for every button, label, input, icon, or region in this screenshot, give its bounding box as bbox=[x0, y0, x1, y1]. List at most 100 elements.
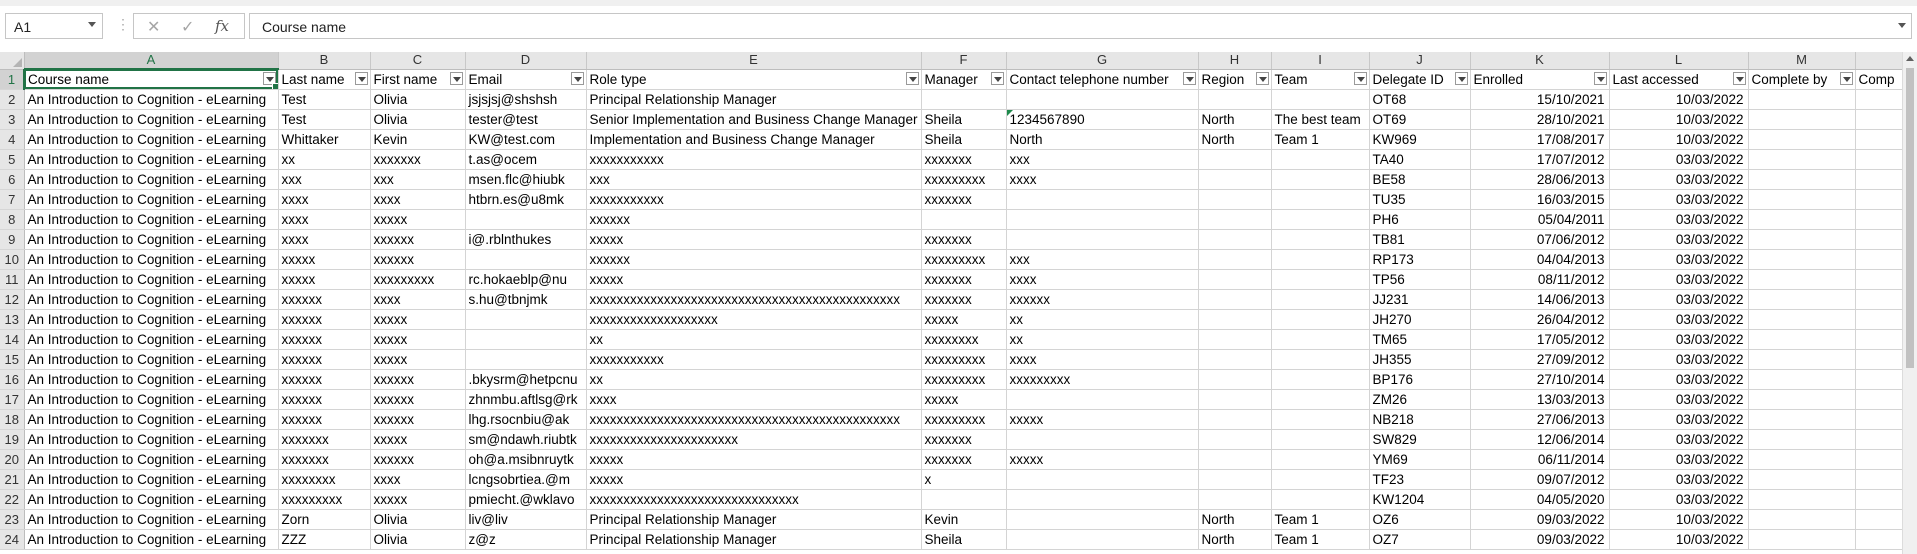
cell[interactable]: xxxxxxx bbox=[921, 229, 1007, 250]
cell[interactable]: TP56 bbox=[1369, 269, 1471, 290]
header-cell[interactable]: Email bbox=[465, 69, 587, 90]
cell[interactable]: zhnmbu.aftlsg@rk bbox=[465, 389, 587, 410]
cell[interactable]: North bbox=[1006, 129, 1199, 150]
row-header[interactable]: 1 bbox=[0, 69, 25, 90]
cell[interactable]: xxxx bbox=[370, 189, 466, 210]
cell[interactable] bbox=[1748, 289, 1856, 310]
cell[interactable] bbox=[1748, 149, 1856, 170]
cell[interactable]: An Introduction to Cognition - eLearning bbox=[24, 209, 279, 230]
header-cell[interactable]: Last accessed bbox=[1609, 69, 1749, 90]
cell[interactable]: xxxxxx bbox=[278, 309, 371, 330]
cell[interactable]: An Introduction to Cognition - eLearning bbox=[24, 129, 279, 150]
cell[interactable]: 03/03/2022 bbox=[1609, 489, 1749, 510]
cell[interactable]: TF23 bbox=[1369, 469, 1471, 490]
cell[interactable]: 12/06/2014 bbox=[1470, 429, 1610, 450]
cell[interactable] bbox=[1006, 89, 1199, 110]
cell[interactable]: xxxxx bbox=[586, 449, 922, 470]
cell[interactable]: An Introduction to Cognition - eLearning bbox=[24, 469, 279, 490]
cell[interactable]: 03/03/2022 bbox=[1609, 429, 1749, 450]
cell[interactable]: xx bbox=[586, 369, 922, 390]
row-header[interactable]: 7 bbox=[0, 189, 25, 210]
filter-dropdown-icon[interactable] bbox=[1732, 71, 1746, 85]
cell[interactable]: 03/03/2022 bbox=[1609, 449, 1749, 470]
cell[interactable] bbox=[1006, 209, 1199, 230]
cell[interactable]: Principal Relationship Manager bbox=[586, 509, 922, 530]
column-header[interactable]: L bbox=[1609, 52, 1749, 70]
cell[interactable] bbox=[1271, 249, 1370, 270]
cell[interactable]: xxxxx bbox=[921, 309, 1007, 330]
cell[interactable] bbox=[1748, 109, 1856, 130]
cell[interactable] bbox=[1271, 269, 1370, 290]
cell[interactable]: xxxxxx bbox=[278, 409, 371, 430]
cell[interactable] bbox=[1198, 269, 1272, 290]
cell[interactable]: xxxxx bbox=[370, 329, 466, 350]
cell[interactable]: xxxxx bbox=[921, 389, 1007, 410]
column-header[interactable]: M bbox=[1748, 52, 1856, 70]
filter-dropdown-icon[interactable] bbox=[354, 71, 368, 85]
cell[interactable]: Principal Relationship Manager bbox=[586, 89, 922, 110]
header-cell[interactable]: Course name bbox=[24, 69, 279, 90]
cell[interactable] bbox=[1198, 229, 1272, 250]
cell[interactable] bbox=[1748, 529, 1856, 550]
cell[interactable] bbox=[1198, 309, 1272, 330]
cell[interactable]: xx bbox=[1006, 329, 1199, 350]
cell[interactable] bbox=[1748, 189, 1856, 210]
cell[interactable] bbox=[1748, 249, 1856, 270]
cell[interactable]: xxxxxx bbox=[278, 349, 371, 370]
cell[interactable]: Olivia bbox=[370, 89, 466, 110]
cell[interactable]: xxxxxxxx bbox=[921, 329, 1007, 350]
filter-dropdown-icon[interactable] bbox=[990, 71, 1004, 85]
cell[interactable]: 27/09/2012 bbox=[1470, 349, 1610, 370]
cell[interactable] bbox=[1271, 489, 1370, 510]
cell[interactable]: jsjsjsj@shshsh bbox=[465, 89, 587, 110]
cell[interactable]: 14/06/2013 bbox=[1470, 289, 1610, 310]
cell[interactable]: Sheila bbox=[921, 129, 1007, 150]
cell[interactable]: 10/03/2022 bbox=[1609, 529, 1749, 550]
cell[interactable]: 10/03/2022 bbox=[1609, 129, 1749, 150]
cell[interactable]: An Introduction to Cognition - eLearning bbox=[24, 409, 279, 430]
header-cell[interactable]: Role type bbox=[586, 69, 922, 90]
row-header[interactable]: 4 bbox=[0, 129, 25, 150]
cell[interactable]: 05/04/2011 bbox=[1470, 209, 1610, 230]
cell[interactable] bbox=[1198, 89, 1272, 110]
cell[interactable]: xxxxx bbox=[586, 269, 922, 290]
cell[interactable] bbox=[1271, 409, 1370, 430]
cell[interactable] bbox=[1271, 309, 1370, 330]
cell[interactable]: 03/03/2022 bbox=[1609, 349, 1749, 370]
cell[interactable]: PH6 bbox=[1369, 209, 1471, 230]
cell[interactable] bbox=[1748, 409, 1856, 430]
cell[interactable]: JJ231 bbox=[1369, 289, 1471, 310]
row-header[interactable]: 5 bbox=[0, 149, 25, 170]
cell[interactable]: xxxxxx bbox=[370, 369, 466, 390]
column-header[interactable]: B bbox=[278, 52, 371, 70]
cell[interactable]: xxxxxxx bbox=[278, 449, 371, 470]
cell[interactable]: xxxxxxxxx bbox=[921, 249, 1007, 270]
cell[interactable]: xxxxx bbox=[278, 269, 371, 290]
cell[interactable]: xx bbox=[278, 149, 371, 170]
cell[interactable]: 17/08/2017 bbox=[1470, 129, 1610, 150]
cell[interactable] bbox=[465, 329, 587, 350]
header-cell[interactable]: Region bbox=[1198, 69, 1272, 90]
cell[interactable]: Olivia bbox=[370, 109, 466, 130]
vertical-scrollbar[interactable] bbox=[1902, 52, 1917, 554]
cell[interactable] bbox=[1198, 209, 1272, 230]
cell[interactable] bbox=[1271, 429, 1370, 450]
cell[interactable]: 07/06/2012 bbox=[1470, 229, 1610, 250]
cell[interactable] bbox=[1271, 169, 1370, 190]
filter-dropdown-icon[interactable] bbox=[1839, 71, 1853, 85]
cell[interactable]: 17/07/2012 bbox=[1470, 149, 1610, 170]
cell[interactable]: xxxx bbox=[278, 189, 371, 210]
header-cell[interactable]: First name bbox=[370, 69, 466, 90]
column-header[interactable]: H bbox=[1198, 52, 1272, 70]
cell[interactable]: 06/11/2014 bbox=[1470, 449, 1610, 470]
cell[interactable]: An Introduction to Cognition - eLearning bbox=[24, 109, 279, 130]
cell[interactable]: xxxxxxxxxxx bbox=[586, 189, 922, 210]
cell[interactable]: xxx bbox=[278, 169, 371, 190]
cell[interactable]: sm@ndawh.riubtk bbox=[465, 429, 587, 450]
cell[interactable]: xxxxx bbox=[370, 309, 466, 330]
row-header[interactable]: 15 bbox=[0, 349, 25, 370]
cell[interactable]: KW@test.com bbox=[465, 129, 587, 150]
scroll-up-icon[interactable] bbox=[1906, 56, 1914, 61]
cell[interactable] bbox=[1198, 469, 1272, 490]
cell[interactable]: xx bbox=[586, 329, 922, 350]
